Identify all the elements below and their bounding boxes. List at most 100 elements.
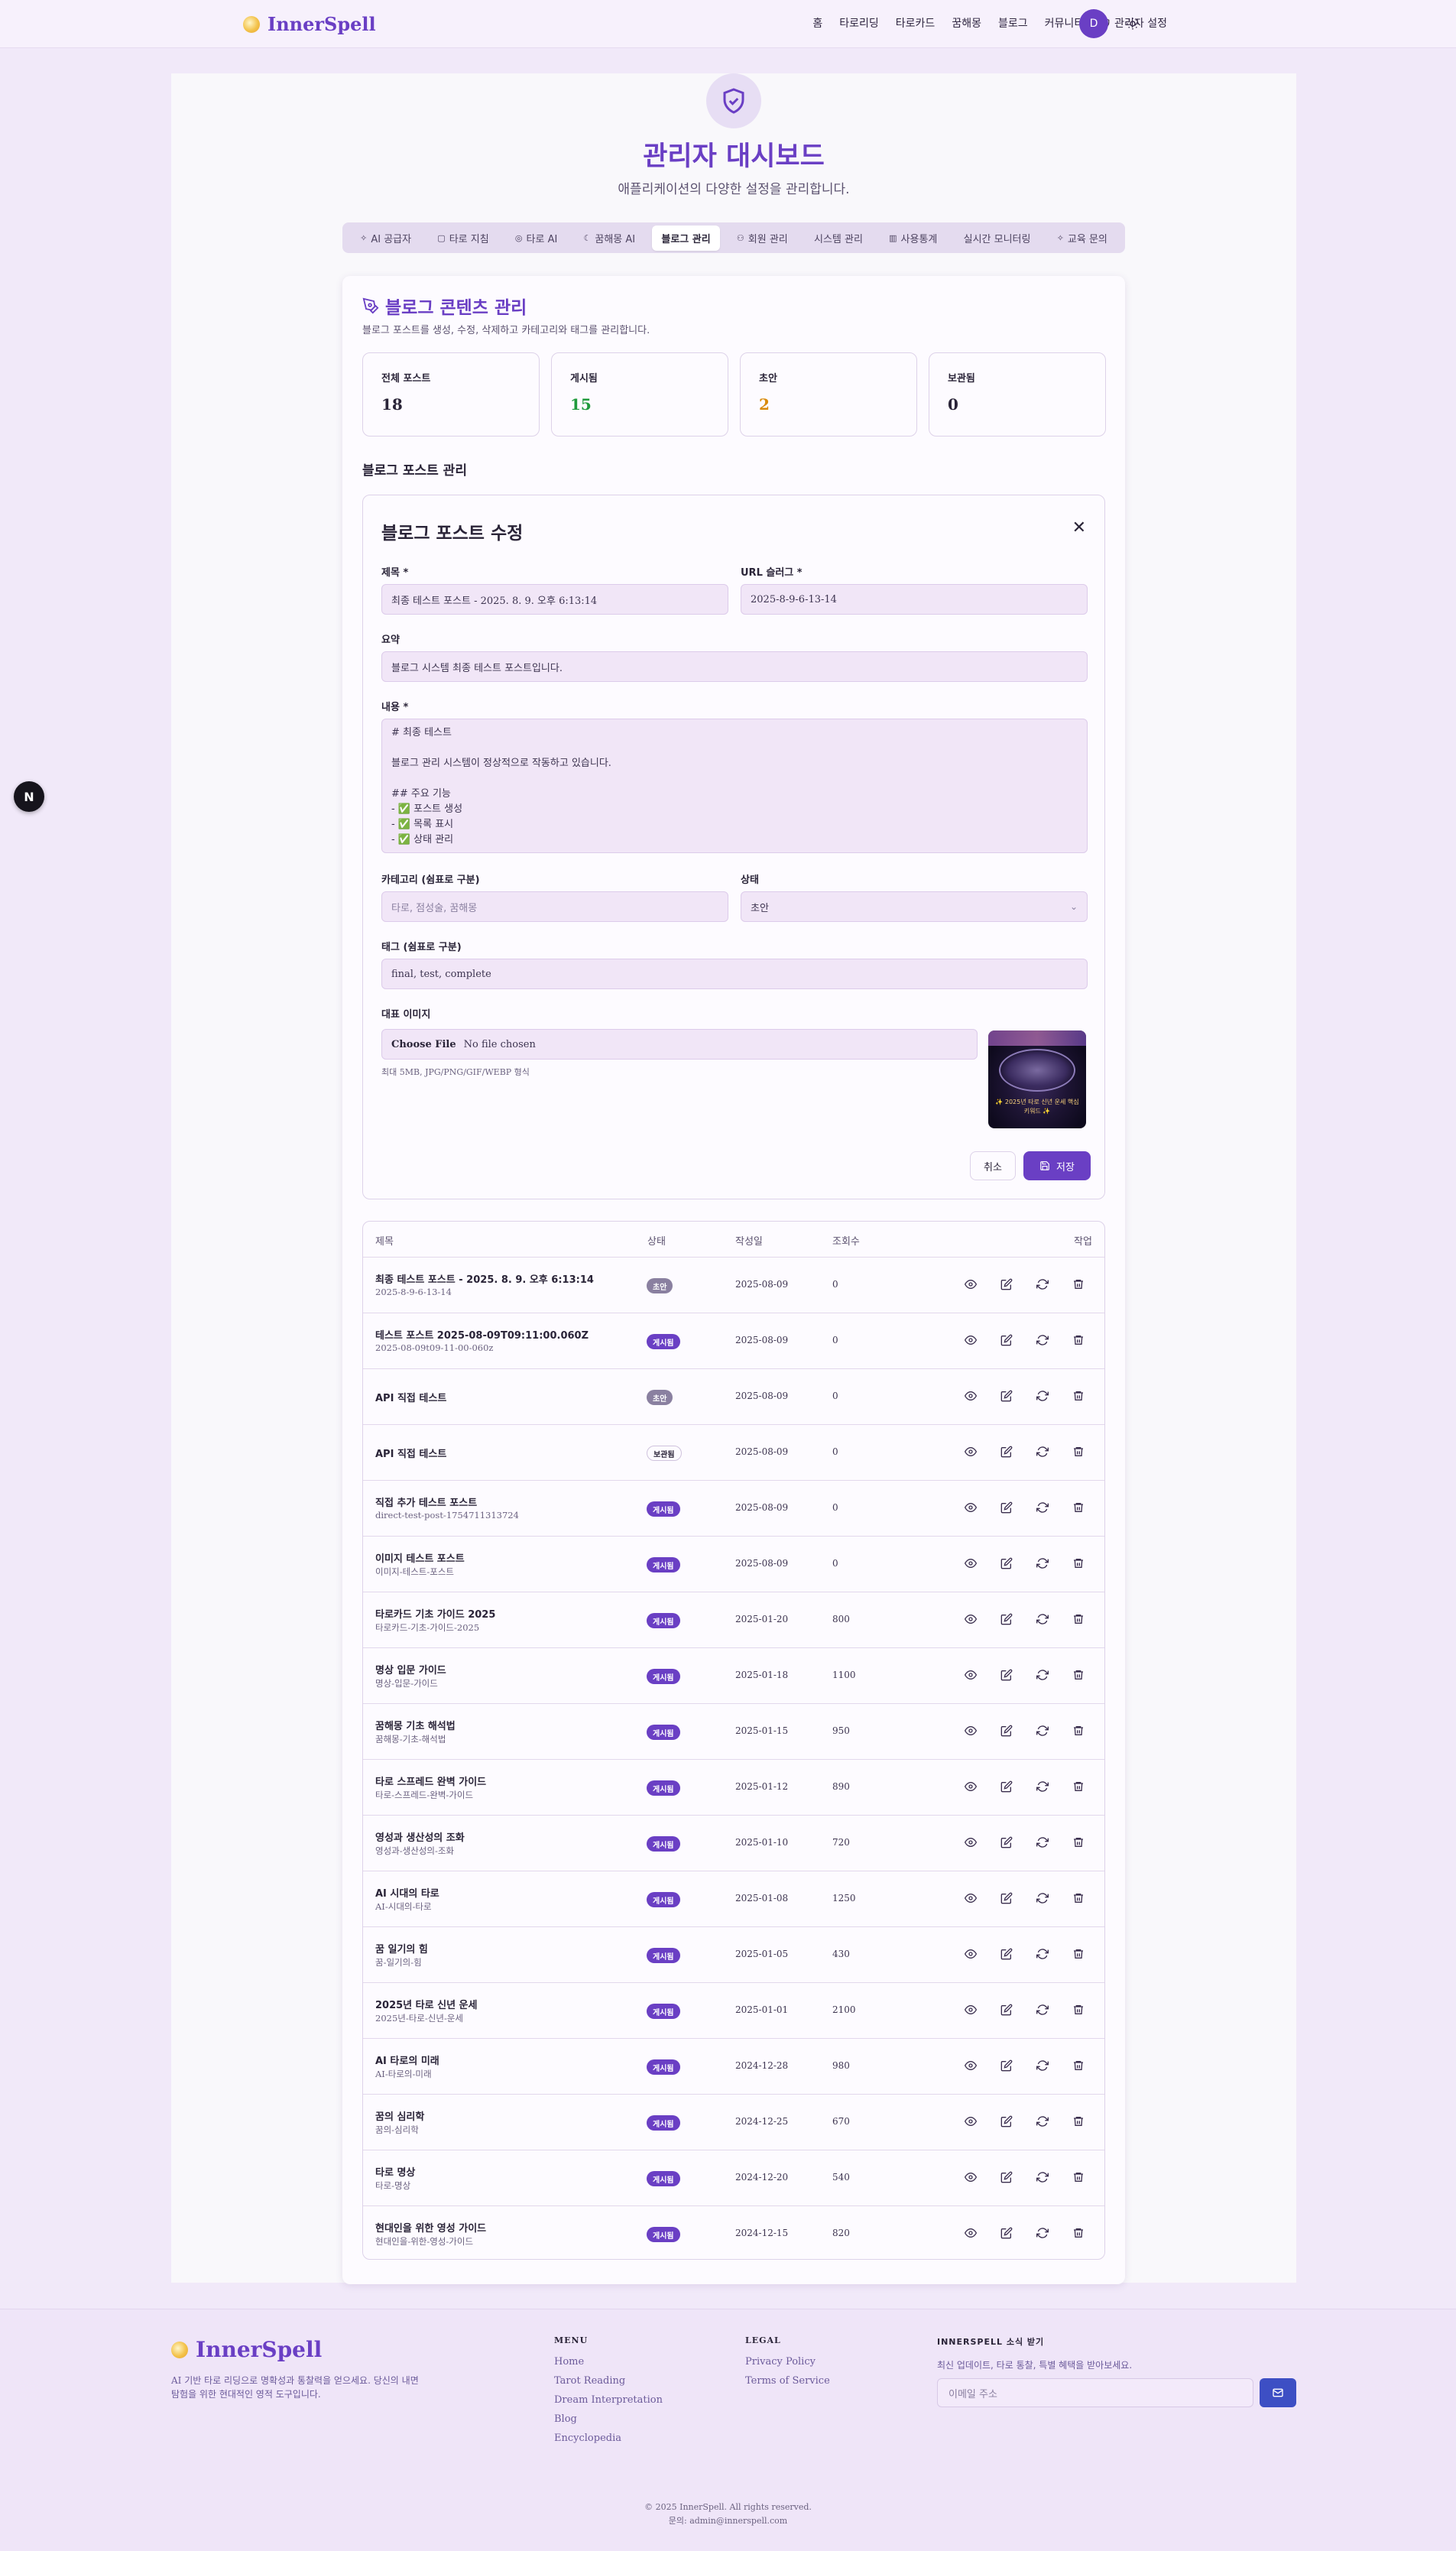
tab-0[interactable]: ✧ AI 공급자 — [351, 226, 420, 251]
edit-icon[interactable] — [1000, 1333, 1013, 1347]
tab-4[interactable]: 블로그 관리 — [652, 225, 720, 251]
summary-input[interactable]: 블로그 시스템 최종 테스트 포스트입니다. — [381, 651, 1088, 682]
refresh-icon[interactable] — [1036, 1947, 1049, 1961]
tags-input[interactable]: final, test, complete — [381, 959, 1088, 989]
file-input[interactable]: Choose File No file chosen — [381, 1029, 978, 1060]
tab-7[interactable]: ▥ 사용통계 — [880, 226, 946, 251]
tab-6[interactable]: 시스템 관리 — [805, 226, 872, 251]
footer-link-terms[interactable]: Terms of Service — [745, 2375, 830, 2387]
eye-icon[interactable] — [964, 2170, 978, 2184]
footer-logo[interactable]: InnerSpell — [171, 2337, 322, 2362]
trash-icon[interactable] — [1072, 2059, 1085, 2072]
floating-n-button[interactable]: N — [14, 781, 44, 812]
logo[interactable]: InnerSpell — [243, 13, 376, 35]
trash-icon[interactable] — [1072, 2170, 1085, 2184]
close-icon[interactable]: ✕ — [1072, 518, 1086, 537]
eye-icon[interactable] — [964, 1724, 978, 1738]
eye-icon[interactable] — [964, 1333, 978, 1347]
footer-link-tarot[interactable]: Tarot Reading — [554, 2375, 663, 2387]
refresh-icon[interactable] — [1036, 1780, 1049, 1793]
eye-icon[interactable] — [964, 1445, 978, 1459]
edit-icon[interactable] — [1000, 2170, 1013, 2184]
edit-icon[interactable] — [1000, 1501, 1013, 1514]
save-button[interactable]: 저장 — [1023, 1151, 1091, 1180]
nav-community[interactable]: 커뮤니티 — [1045, 15, 1085, 31]
trash-icon[interactable] — [1072, 1277, 1085, 1291]
eye-icon[interactable] — [964, 2226, 978, 2240]
tab-2[interactable]: ◎ 타로 AI — [506, 226, 566, 251]
tab-9[interactable]: ✧ 교육 문의 — [1048, 226, 1117, 251]
footer-link-encyclopedia[interactable]: Encyclopedia — [554, 2433, 663, 2444]
trash-icon[interactable] — [1072, 2226, 1085, 2240]
trash-icon[interactable] — [1072, 1947, 1085, 1961]
tab-5[interactable]: ⚇ 회원 관리 — [728, 226, 797, 251]
edit-icon[interactable] — [1000, 1277, 1013, 1291]
eye-icon[interactable] — [964, 1501, 978, 1514]
refresh-icon[interactable] — [1036, 1835, 1049, 1849]
edit-icon[interactable] — [1000, 1445, 1013, 1459]
eye-icon[interactable] — [964, 2114, 978, 2128]
newsletter-submit-button[interactable] — [1260, 2378, 1296, 2407]
eye-icon[interactable] — [964, 1612, 978, 1626]
refresh-icon[interactable] — [1036, 1724, 1049, 1738]
refresh-icon[interactable] — [1036, 1668, 1049, 1682]
eye-icon[interactable] — [964, 1668, 978, 1682]
edit-icon[interactable] — [1000, 1389, 1013, 1403]
choose-file-button[interactable]: Choose File — [391, 1039, 456, 1050]
eye-icon[interactable] — [964, 1277, 978, 1291]
refresh-icon[interactable] — [1036, 1333, 1049, 1347]
refresh-icon[interactable] — [1036, 2059, 1049, 2072]
edit-icon[interactable] — [1000, 2226, 1013, 2240]
nav-blog[interactable]: 블로그 — [998, 15, 1028, 31]
refresh-icon[interactable] — [1036, 1501, 1049, 1514]
cancel-button[interactable]: 취소 — [970, 1151, 1016, 1180]
eye-icon[interactable] — [964, 2003, 978, 2017]
tab-8[interactable]: 실시간 모니터링 — [955, 226, 1040, 251]
content-textarea[interactable]: # 최종 테스트 블로그 관리 시스템이 정상적으로 작동하고 있습니다. ##… — [381, 719, 1088, 853]
trash-icon[interactable] — [1072, 2114, 1085, 2128]
trash-icon[interactable] — [1072, 1556, 1085, 1570]
footer-link-home[interactable]: Home — [554, 2356, 663, 2368]
newsletter-email-input[interactable]: 이메일 주소 — [937, 2378, 1253, 2407]
refresh-icon[interactable] — [1036, 2003, 1049, 2017]
edit-icon[interactable] — [1000, 1780, 1013, 1793]
trash-icon[interactable] — [1072, 1333, 1085, 1347]
nav-home[interactable]: 홈 — [812, 15, 822, 31]
edit-icon[interactable] — [1000, 2003, 1013, 2017]
refresh-icon[interactable] — [1036, 1612, 1049, 1626]
footer-link-dream[interactable]: Dream Interpretation — [554, 2394, 663, 2406]
slug-input[interactable]: 2025-8-9-6-13-14 — [741, 584, 1088, 615]
eye-icon[interactable] — [964, 1389, 978, 1403]
nav-dream[interactable]: 꿈해몽 — [952, 15, 981, 31]
edit-icon[interactable] — [1000, 1724, 1013, 1738]
status-select[interactable]: 초안 ⌄ — [741, 891, 1088, 922]
trash-icon[interactable] — [1072, 2003, 1085, 2017]
edit-icon[interactable] — [1000, 1668, 1013, 1682]
edit-icon[interactable] — [1000, 1835, 1013, 1849]
edit-icon[interactable] — [1000, 1947, 1013, 1961]
trash-icon[interactable] — [1072, 1724, 1085, 1738]
edit-icon[interactable] — [1000, 1891, 1013, 1905]
refresh-icon[interactable] — [1036, 1389, 1049, 1403]
title-input[interactable]: 최종 테스트 포스트 - 2025. 8. 9. 오후 6:13:14 — [381, 584, 728, 615]
edit-icon[interactable] — [1000, 2059, 1013, 2072]
edit-icon[interactable] — [1000, 1612, 1013, 1626]
eye-icon[interactable] — [964, 1947, 978, 1961]
category-input[interactable]: 타로, 점성술, 꿈해몽 — [381, 891, 728, 922]
eye-icon[interactable] — [964, 1891, 978, 1905]
eye-icon[interactable] — [964, 1556, 978, 1570]
avatar[interactable]: D — [1079, 9, 1108, 38]
nav-tarot-reading[interactable]: 타로리딩 — [839, 15, 879, 31]
refresh-icon[interactable] — [1036, 1556, 1049, 1570]
trash-icon[interactable] — [1072, 1780, 1085, 1793]
footer-link-blog[interactable]: Blog — [554, 2413, 663, 2425]
tab-3[interactable]: ☾ 꿈해몽 AI — [575, 226, 645, 251]
refresh-icon[interactable] — [1036, 1445, 1049, 1459]
nav-tarot-cards[interactable]: 타로카드 — [896, 15, 936, 31]
refresh-icon[interactable] — [1036, 1277, 1049, 1291]
refresh-icon[interactable] — [1036, 2170, 1049, 2184]
trash-icon[interactable] — [1072, 1891, 1085, 1905]
trash-icon[interactable] — [1072, 1835, 1085, 1849]
edit-icon[interactable] — [1000, 2114, 1013, 2128]
trash-icon[interactable] — [1072, 1501, 1085, 1514]
